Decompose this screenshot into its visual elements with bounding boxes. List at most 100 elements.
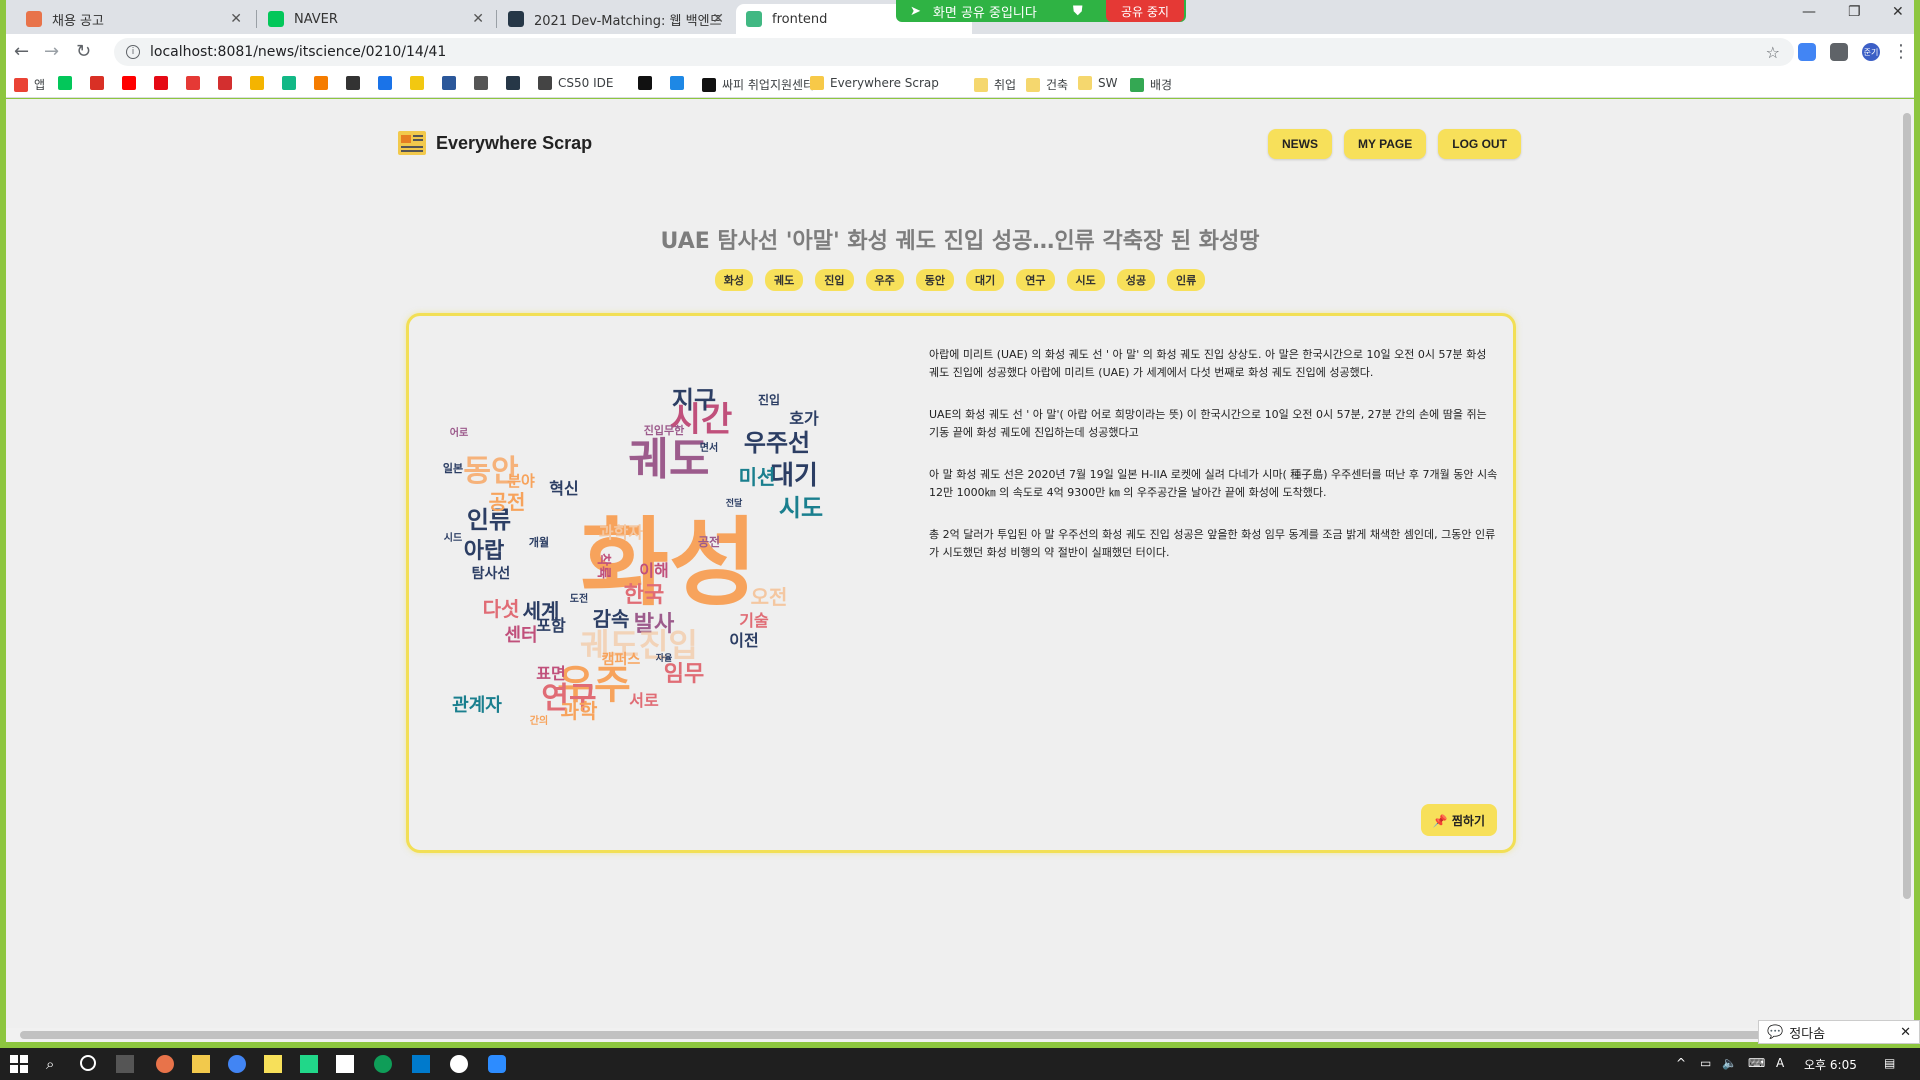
keyword-tag[interactable]: 시도 (1066, 269, 1105, 291)
cloud-word: 진입무한 (644, 423, 684, 437)
nav-news-button[interactable]: NEWS (1268, 129, 1332, 159)
bookmark-item[interactable]: 배경 (1130, 76, 1172, 93)
tab-close-icon[interactable]: ✕ (230, 11, 242, 27)
article-paragraph: UAE의 화성 궤도 선 ' 아 말'( 아랍 어로 희망이라는 뜻) 이 한국… (929, 408, 1487, 439)
pin-label: 📌 찜하기 (1432, 813, 1485, 828)
cloud-word: 지구 (672, 386, 716, 414)
bookmark-item[interactable] (186, 76, 206, 90)
chrome-icon[interactable] (228, 1055, 246, 1073)
nav-mypage-button[interactable]: MY PAGE (1344, 129, 1427, 159)
bookmark-item[interactable]: 취업 (974, 76, 1016, 93)
bookmark-item[interactable]: 싸피 취업지원센터 (702, 76, 814, 93)
site-logo[interactable]: Everywhere Scrap (398, 129, 592, 157)
bookmark-item[interactable] (506, 76, 526, 90)
cloud-word: 시도 (779, 494, 823, 522)
browser-tab[interactable]: NAVER ✕ (258, 4, 494, 34)
horizontal-scrollbar[interactable] (6, 1028, 1900, 1042)
stop-share-button[interactable]: 공유 중지 (1106, 0, 1184, 22)
vertical-scrollbar[interactable] (1900, 99, 1914, 1042)
bookmark-item[interactable] (218, 76, 238, 90)
bookmark-item[interactable] (122, 76, 142, 90)
bookmark-item[interactable]: 건축 (1026, 76, 1068, 93)
github-icon[interactable] (450, 1055, 468, 1073)
cloud-word: 대기 (770, 461, 818, 491)
keyword-tag[interactable]: 연구 (1016, 269, 1055, 291)
bookmark-item[interactable]: Everywhere Scrap (810, 76, 939, 90)
bookmark-item[interactable]: SW (1078, 76, 1117, 90)
keyword-tag[interactable]: 우주 (865, 269, 904, 291)
keyword-tag[interactable]: 동안 (915, 269, 954, 291)
bookmark-favicon-icon (670, 76, 684, 90)
menu-icon[interactable]: ⋮ (1892, 41, 1910, 62)
back-icon[interactable]: ← (14, 41, 29, 62)
cloud-word: 개월 (529, 535, 549, 549)
cloud-word: 궤도 (629, 434, 710, 485)
extensions-icon[interactable] (1830, 43, 1848, 61)
bookmark-item[interactable]: 앱 (14, 76, 45, 93)
bookmark-item[interactable] (442, 76, 462, 90)
bookmark-label: 싸피 취업지원센터 (722, 78, 815, 92)
keyword-tag[interactable]: 성공 (1116, 269, 1155, 291)
browser-tab[interactable]: 2021 Dev-Matching: 웹 백엔드 ✕ (498, 4, 734, 34)
tab-close-icon[interactable]: ✕ (472, 11, 484, 27)
keyboard-icon[interactable]: ⌨ (1748, 1056, 1765, 1070)
chat-notification[interactable]: 💬 정다솜 ✕ (1758, 1020, 1920, 1044)
windows-start-icon[interactable] (10, 1055, 28, 1073)
restore-icon[interactable]: ❐ (1848, 4, 1861, 20)
task-view-icon[interactable] (116, 1055, 134, 1073)
cloud-word: 포함 (536, 616, 566, 635)
translate-icon[interactable] (1798, 43, 1816, 61)
keyword-tag[interactable]: 대기 (966, 269, 1005, 291)
tab-close-icon[interactable]: ✕ (712, 11, 724, 27)
forward-icon[interactable]: → (44, 41, 59, 62)
browser-tab[interactable]: 채용 공고 ✕ (16, 4, 252, 34)
bookmark-item[interactable] (58, 76, 78, 90)
keyword-tag[interactable]: 진입 (815, 269, 854, 291)
pin-article-button[interactable]: 📌 찜하기 (1420, 804, 1497, 836)
bookmark-item[interactable] (282, 76, 302, 90)
vscode-icon[interactable] (412, 1055, 430, 1073)
volume-icon[interactable]: 🔈 (1722, 1056, 1737, 1070)
notifications-icon[interactable]: ▤ (1884, 1056, 1895, 1070)
keyword-tag[interactable]: 궤도 (765, 269, 804, 291)
minimize-icon[interactable]: — (1802, 4, 1816, 20)
file-explorer-icon[interactable] (192, 1055, 210, 1073)
tray-chevron-icon[interactable]: ^ (1676, 1056, 1686, 1070)
zoom-icon[interactable] (488, 1055, 506, 1073)
bookmark-item[interactable] (90, 76, 110, 90)
bookmark-item[interactable] (474, 76, 494, 90)
window-close-icon[interactable]: ✕ (1892, 4, 1904, 20)
article-paragraph: 아 말 화성 궤도 선은 2020년 7월 19일 일본 H-IIA 로켓에 실… (929, 468, 1498, 499)
clock[interactable]: 오후 6:05 (1804, 1056, 1857, 1073)
ime-icon[interactable]: A (1776, 1056, 1784, 1070)
app-icon[interactable] (156, 1055, 174, 1073)
search-icon[interactable]: ⌕ (46, 1055, 64, 1073)
browser-toolbar: ← → ↻ i localhost:8081/news/itscience/02… (6, 34, 1914, 70)
site-info-icon[interactable]: i (126, 45, 140, 59)
bookmark-item[interactable] (250, 76, 270, 90)
bookmark-item[interactable] (378, 76, 398, 90)
nav-logout-button[interactable]: LOG OUT (1438, 129, 1521, 159)
kakaotalk-icon[interactable] (264, 1055, 282, 1073)
profile-avatar[interactable]: 준기 (1862, 43, 1880, 61)
bookmark-item[interactable]: CS50 IDE (538, 76, 613, 90)
bookmark-item[interactable] (410, 76, 430, 90)
cortana-icon[interactable] (80, 1055, 96, 1071)
bookmark-item[interactable] (638, 76, 658, 90)
bookmark-item[interactable] (154, 76, 174, 90)
chat-close-icon[interactable]: ✕ (1900, 1025, 1911, 1040)
keyword-tag[interactable]: 화성 (714, 269, 753, 291)
notepad-icon[interactable] (336, 1055, 354, 1073)
keyword-tags: 화성 궤도 진입 우주 동안 대기 연구 시도 성공 인류 (6, 269, 1914, 291)
bookmark-favicon-icon (14, 77, 28, 92)
keyword-tag[interactable]: 인류 (1167, 269, 1206, 291)
pycharm-icon[interactable] (300, 1055, 318, 1073)
reload-icon[interactable]: ↻ (76, 41, 91, 62)
network-icon[interactable]: ▭ (1700, 1056, 1711, 1070)
bookmark-item[interactable] (314, 76, 334, 90)
address-bar[interactable]: i localhost:8081/news/itscience/0210/14/… (114, 38, 1794, 66)
edge-icon[interactable] (374, 1055, 392, 1073)
bookmark-item[interactable] (670, 76, 690, 90)
bookmark-star-icon[interactable]: ☆ (1766, 43, 1780, 62)
bookmark-item[interactable] (346, 76, 366, 90)
